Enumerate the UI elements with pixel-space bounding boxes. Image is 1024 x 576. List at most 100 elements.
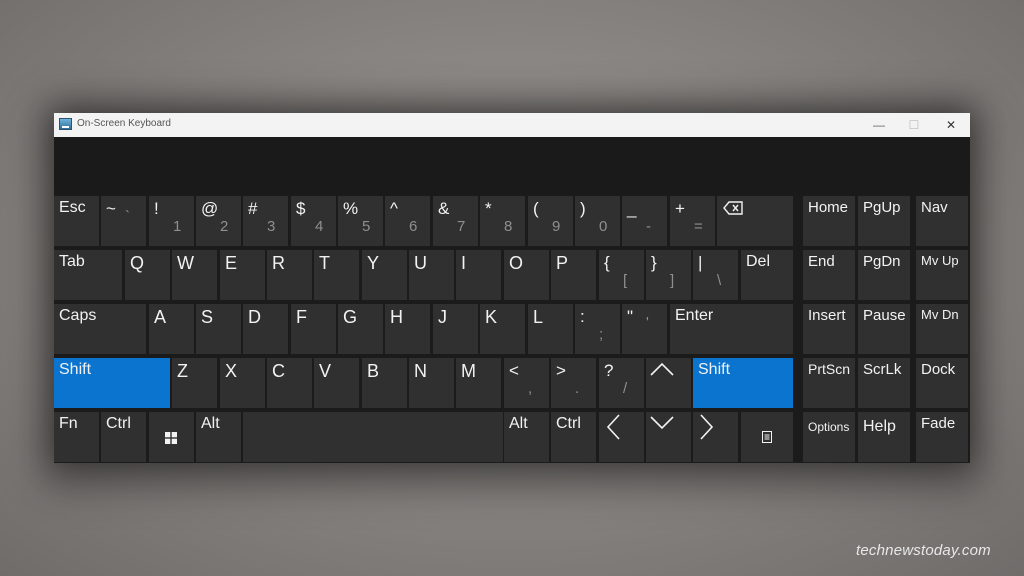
key-z[interactable]: Z <box>172 358 217 408</box>
key-i[interactable]: I <box>456 250 501 300</box>
key-label: O <box>509 253 524 273</box>
key-k[interactable]: K <box>480 304 525 354</box>
key-g[interactable]: G <box>338 304 383 354</box>
key-sublabel: ] <box>670 272 675 289</box>
key-o[interactable]: O <box>504 250 549 300</box>
key-y[interactable]: Y <box>362 250 407 300</box>
key-fn[interactable]: Fn <box>54 412 99 462</box>
key-greater-than[interactable]: >. <box>551 358 596 408</box>
key-fade[interactable]: Fade <box>916 412 968 462</box>
minimize-button[interactable]: — <box>864 115 894 135</box>
key-h[interactable]: H <box>385 304 430 354</box>
key-shift-right[interactable]: Shift <box>693 358 793 408</box>
close-button[interactable]: ✕ <box>936 115 966 135</box>
key-del[interactable]: Del <box>741 250 793 300</box>
key-t[interactable]: T <box>314 250 359 300</box>
key-c[interactable]: C <box>267 358 312 408</box>
key-2[interactable]: @2 <box>196 196 241 246</box>
key-quote[interactable]: " ' <box>622 304 667 354</box>
key-space[interactable] <box>243 412 503 462</box>
key-a[interactable]: A <box>149 304 194 354</box>
key-less-than[interactable]: <, <box>504 358 549 408</box>
key-tilde[interactable]: ~ ` <box>101 196 146 246</box>
key-n[interactable]: N <box>409 358 454 408</box>
key-options[interactable]: Options <box>803 412 855 462</box>
key-sublabel: ' <box>646 314 649 331</box>
key-dock[interactable]: Dock <box>916 358 968 408</box>
key-ctrl-left[interactable]: Ctrl <box>101 412 146 462</box>
key-prtscn[interactable]: PrtScn <box>803 358 855 408</box>
key-nav[interactable]: Nav <box>916 196 968 246</box>
key-sublabel: 6 <box>409 218 418 235</box>
key-colon[interactable]: :; <box>575 304 620 354</box>
key-arrow-down[interactable] <box>646 412 691 462</box>
key-r[interactable]: R <box>267 250 312 300</box>
key-question[interactable]: ? / <box>599 358 644 408</box>
key-x[interactable]: X <box>220 358 265 408</box>
key-f[interactable]: F <box>291 304 336 354</box>
key-home[interactable]: Home <box>803 196 855 246</box>
key-b[interactable]: B <box>362 358 407 408</box>
key-v[interactable]: V <box>314 358 359 408</box>
key-sublabel: [ <box>623 272 628 289</box>
key-1[interactable]: ! 1 <box>149 196 194 246</box>
key-s[interactable]: S <box>196 304 241 354</box>
key-tab[interactable]: Tab <box>54 250 122 300</box>
key-7[interactable]: & 7 <box>433 196 478 246</box>
key-alt-left[interactable]: Alt <box>196 412 241 462</box>
key-right-brace[interactable]: }] <box>646 250 691 300</box>
key-windows[interactable] <box>149 412 194 462</box>
key-end[interactable]: End <box>803 250 855 300</box>
key-arrow-up[interactable] <box>646 358 691 408</box>
key-label: Nav <box>921 199 948 216</box>
key-help[interactable]: Help <box>858 412 910 462</box>
key-insert[interactable]: Insert <box>803 304 855 354</box>
key-left-brace[interactable]: {[ <box>599 250 644 300</box>
key-d[interactable]: D <box>243 304 288 354</box>
key-p[interactable]: P <box>551 250 596 300</box>
key-w[interactable]: W <box>172 250 217 300</box>
key-label: ( <box>533 199 539 218</box>
key-8[interactable]: * 8 <box>480 196 525 246</box>
key-label: S <box>201 307 214 327</box>
key-ctrl-right[interactable]: Ctrl <box>551 412 596 462</box>
key-sublabel: 7 <box>457 218 466 235</box>
key-label: ) <box>580 199 586 218</box>
key-l[interactable]: L <box>528 304 573 354</box>
key-label: Fn <box>59 415 78 432</box>
key-6[interactable]: ^ 6 <box>385 196 430 246</box>
key-esc[interactable]: Esc <box>54 196 99 246</box>
key-pause[interactable]: Pause <box>858 304 910 354</box>
key-m[interactable]: M <box>456 358 501 408</box>
key-0[interactable]: ) 0 <box>575 196 620 246</box>
key-mv-up[interactable]: Mv Up <box>916 250 968 300</box>
key-alt-right[interactable]: Alt <box>504 412 549 462</box>
key-shift-left[interactable]: Shift <box>54 358 170 408</box>
key-backspace[interactable] <box>717 196 793 246</box>
key-plus[interactable]: + = <box>670 196 715 246</box>
key-5[interactable]: % 5 <box>338 196 383 246</box>
key-pgup[interactable]: PgUp <box>858 196 910 246</box>
key-q[interactable]: Q <box>125 250 170 300</box>
key-label: C <box>272 361 285 381</box>
key-u[interactable]: U <box>409 250 454 300</box>
key-arrow-left[interactable] <box>599 412 644 462</box>
key-pipe[interactable]: | \ <box>693 250 738 300</box>
key-context-menu[interactable] <box>741 412 793 462</box>
key-j[interactable]: J <box>433 304 478 354</box>
key-caps[interactable]: Caps <box>54 304 146 354</box>
maximize-button[interactable]: ☐ <box>899 115 929 135</box>
key-9[interactable]: (9 <box>528 196 573 246</box>
key-minus[interactable]: _ - <box>622 196 667 246</box>
key-pgdn[interactable]: PgDn <box>858 250 910 300</box>
key-label: " <box>627 307 634 326</box>
key-arrow-right[interactable] <box>693 412 738 462</box>
key-enter[interactable]: Enter <box>670 304 793 354</box>
key-scrlk[interactable]: ScrLk <box>858 358 910 408</box>
key-label: Q <box>130 253 145 273</box>
key-3[interactable]: #3 <box>243 196 288 246</box>
key-e[interactable]: E <box>220 250 265 300</box>
key-4[interactable]: $4 <box>291 196 336 246</box>
key-label: F <box>296 307 307 327</box>
key-mv-dn[interactable]: Mv Dn <box>916 304 968 354</box>
